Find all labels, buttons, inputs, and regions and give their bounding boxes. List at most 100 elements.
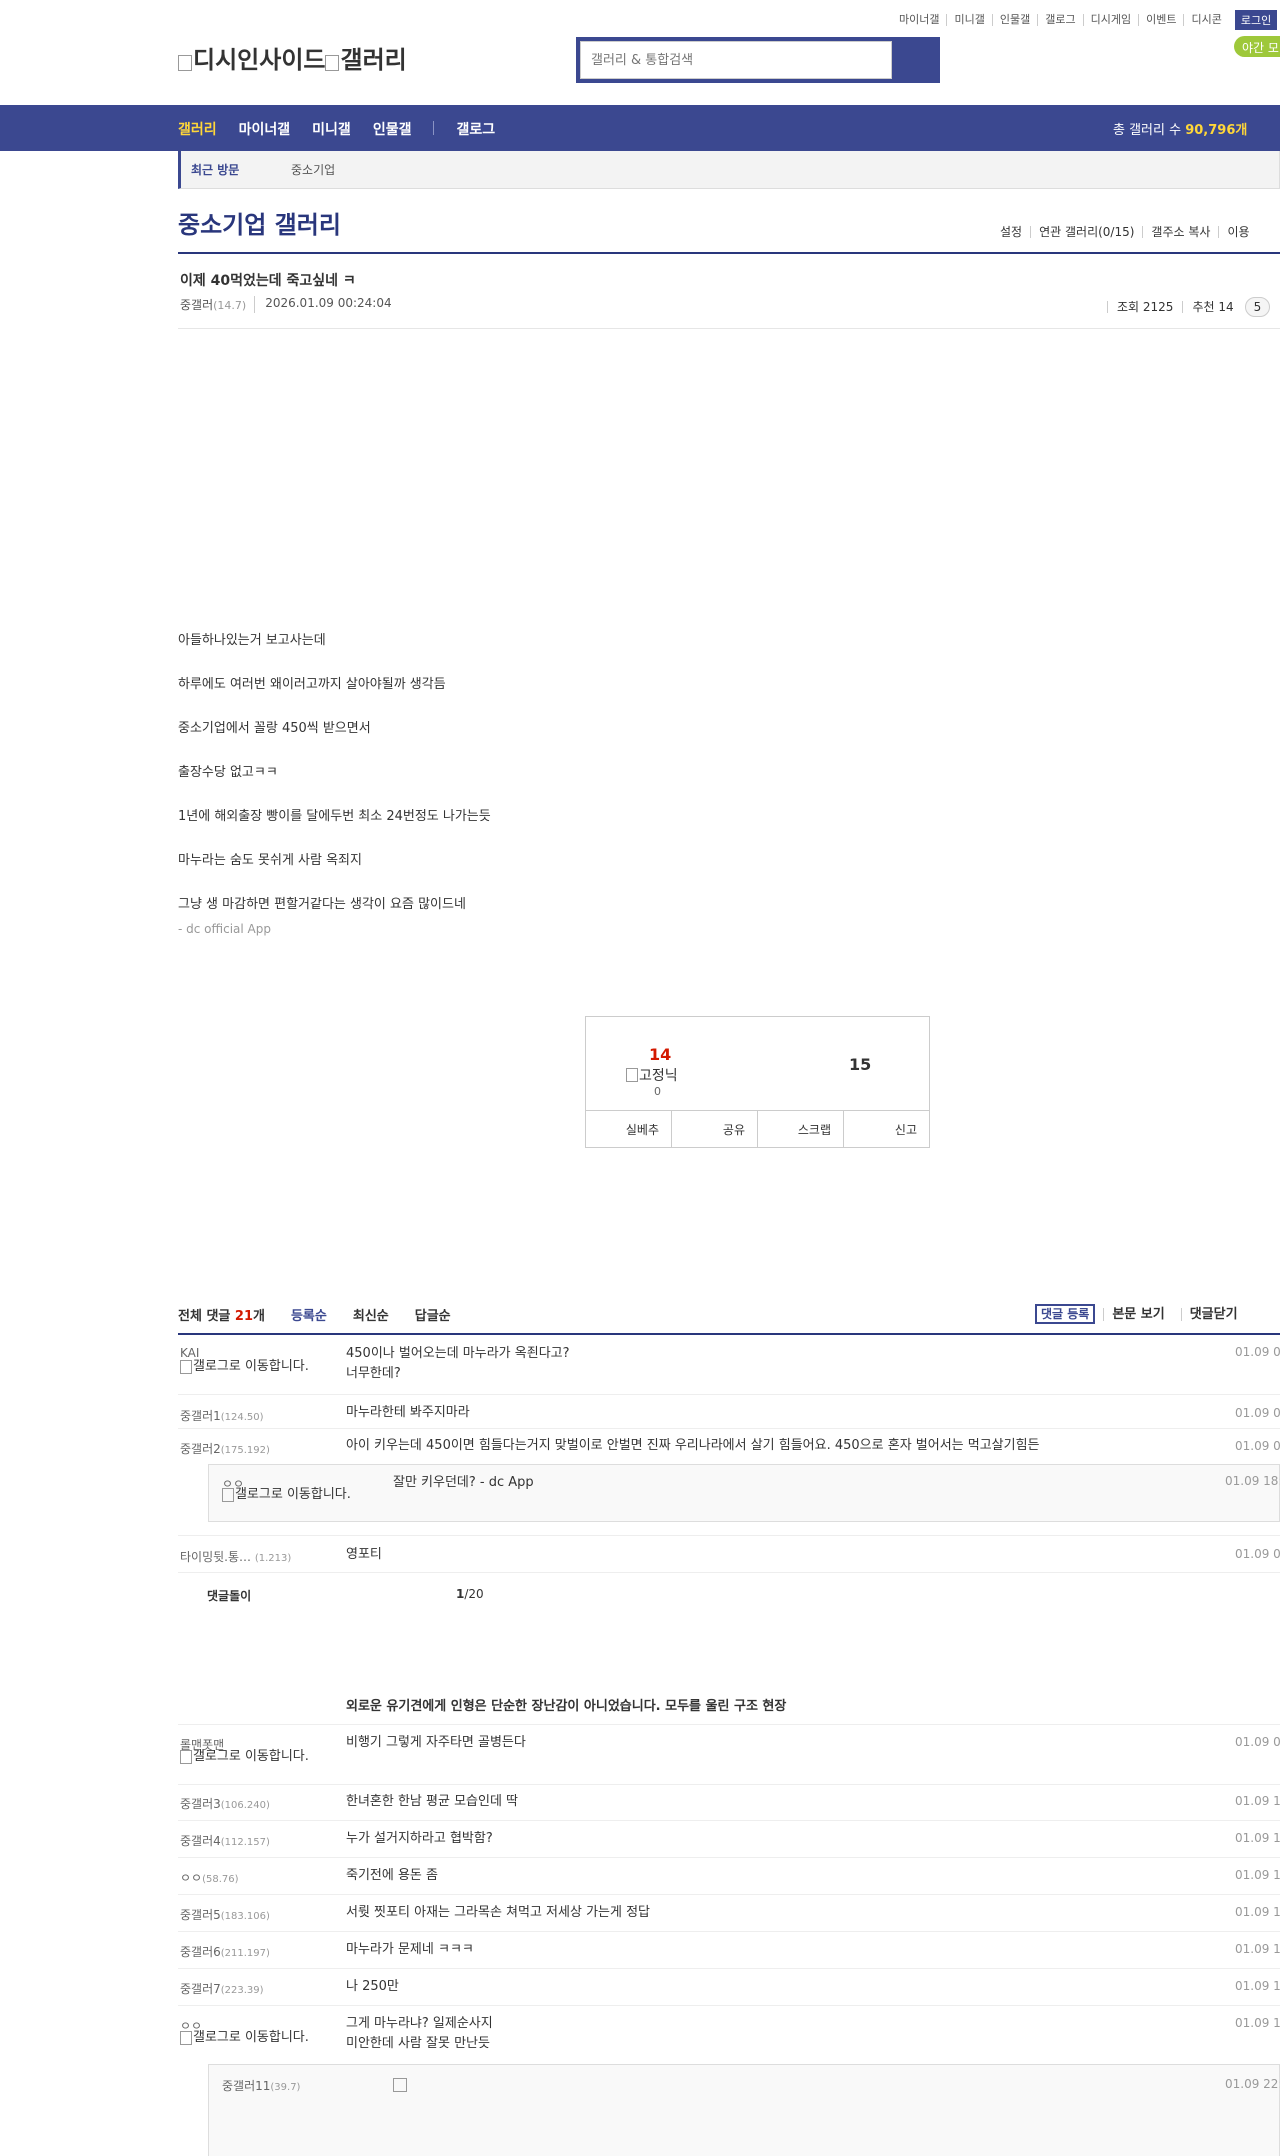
news-link[interactable]: 외로운 유기견에게 인형은 단순한 장난감이 아니었습니다. 모두를 울린 구조…	[346, 1695, 786, 1714]
gnb-person[interactable]: 인물갤	[373, 119, 412, 139]
comment-nick[interactable]: ㅇㅇ(58.76)	[180, 1869, 239, 1886]
comment-divider	[178, 1857, 1280, 1858]
write-comment-button[interactable]: 댓글 등록	[1035, 1304, 1096, 1324]
usage-link[interactable]: 이용	[1218, 226, 1257, 238]
comment-date: 01.09 00:	[1235, 1406, 1280, 1420]
comment-date: 01.09 15:	[1235, 1831, 1280, 1845]
post-header-divider	[178, 328, 1280, 329]
comment-nick[interactable]: 중갤러5(183.106)	[180, 1906, 270, 1923]
report-button[interactable]: 신고	[844, 1111, 929, 1148]
comment-date: 01.09 15:	[1235, 1868, 1280, 1882]
reply-nick[interactable]: 중갤러11(39.7)	[222, 2077, 300, 2094]
post-body-line: 마누라는 숨도 못쉬게 사람 옥죄지	[178, 853, 362, 868]
comment-divider	[178, 2005, 1280, 2006]
gnb-minor[interactable]: 마이너갤	[239, 119, 291, 139]
comment-date: 01.09 16:	[1235, 1905, 1280, 1919]
gnb-mini[interactable]: 미니갤	[312, 119, 351, 139]
search-button[interactable]	[892, 41, 936, 79]
share-button[interactable]: 공유	[672, 1111, 758, 1148]
comment-nick[interactable]: 중갤러4(112.157)	[180, 1832, 270, 1849]
comment-divider	[178, 1931, 1280, 1932]
sort-latest[interactable]: 최신순	[353, 1305, 389, 1324]
top-nav-person[interactable]: 인물갤	[993, 14, 1039, 26]
comment-text: 한녀혼한 한남 평균 모습인데 딱	[346, 1794, 519, 1809]
post-body-line: 중소기업에서 꼴랑 450씩 받으면서	[178, 721, 371, 736]
gallery-tools: 설정 연관 갤러리(0/15) 갤주소 복사 이용	[992, 226, 1258, 238]
sort-replies[interactable]: 답글순	[415, 1305, 451, 1324]
broken-image-icon	[180, 1360, 192, 1374]
recent-visits-bar: 최근 방문 중소기업	[178, 151, 1280, 189]
post-writer-info: 중갤러(14.7) 2026.01.09 00:24:04	[180, 296, 392, 313]
comments-actions: 댓글 등록 본문 보기 댓글닫기	[1035, 1304, 1246, 1324]
comment-nick[interactable]: 타이밍뒷.통… (1.213)	[180, 1548, 291, 1565]
night-mode-button[interactable]: 야간 모	[1234, 36, 1280, 57]
comment-nick[interactable]: 중갤러6(211.197)	[180, 1943, 270, 1960]
total-gallery-count: 총 갤러리 수 90,796개	[1113, 119, 1247, 138]
comment-text: 누가 설거지하라고 협박함?	[346, 1831, 493, 1846]
gallog-link[interactable]: 갤로그로 이동합니다.	[180, 2031, 319, 2045]
comment-text: 아이 키우는데 450이면 힘들다는거지 맞벌이로 안벌면 진짜 우리나라에서 …	[346, 1438, 1040, 1453]
comment-count-button[interactable]: 5	[1244, 297, 1271, 317]
gallog-link[interactable]: 갤로그로 이동합니다.	[180, 1750, 319, 1764]
gnb-menu: 갤러리 마이너갤 미니갤 인물갤 갤로그	[178, 119, 517, 139]
comment-text: 마누라가 문제네 ㅋㅋㅋ	[346, 1942, 474, 1957]
dccon-image	[393, 2078, 408, 2092]
title-divider	[178, 252, 1280, 254]
top-nav-game[interactable]: 디시게임	[1084, 14, 1140, 26]
comment-nick[interactable]: 중갤러7(223.39)	[180, 1980, 264, 1997]
top-nav-mini[interactable]: 미니갤	[947, 14, 993, 26]
recent-gallery-link[interactable]: 중소기업	[291, 161, 335, 178]
post-body-line: 그냥 생 마감하면 편할거같다는 생각이 요즘 많이드네	[178, 897, 466, 912]
top-nav-gallog[interactable]: 갤로그	[1038, 14, 1084, 26]
comment-nick[interactable]: 중갤러2(175.192)	[180, 1440, 270, 1457]
comment-divider	[178, 1820, 1280, 1821]
top-nav-dccon[interactable]: 디시콘	[1184, 14, 1228, 26]
gnb-gallery[interactable]: 갤러리	[178, 119, 217, 139]
fixed-nick-recommend[interactable]: 고정닉	[626, 1065, 678, 1085]
gnb-gallog[interactable]: 갤로그	[456, 119, 495, 139]
writer-nick[interactable]: 중갤러(14.7)	[180, 296, 246, 313]
comment-text: 죽기전에 용돈 좀	[346, 1868, 438, 1883]
comment-date: 01.09 01:	[1235, 1439, 1280, 1453]
reply-date: 01.09 22:3	[1225, 2077, 1280, 2091]
comment-text: 영포티	[346, 1547, 382, 1562]
comment-nick[interactable]: KAI	[180, 1346, 199, 1360]
login-button[interactable]: 로그인	[1234, 10, 1278, 30]
post-title: 이제 40먹었는데 죽고싶네 ㅋ	[180, 273, 356, 289]
top-nav-minor[interactable]: 마이너갤	[892, 14, 948, 26]
comment-nick[interactable]: 중갤러3(106.240)	[180, 1795, 270, 1812]
comment-date: 01.09 16:	[1235, 1979, 1280, 1993]
gallery-title[interactable]: 중소기업 갤러리	[178, 205, 341, 240]
fixed-nick-count: 0	[654, 1085, 661, 1098]
close-comments-button[interactable]: 댓글닫기	[1180, 1307, 1246, 1321]
related-gallery-link[interactable]: 연관 갤러리(0/15)	[1030, 226, 1142, 238]
broken-image-icon	[178, 55, 192, 71]
recent-label: 최근 방문	[191, 163, 240, 177]
recommend-actions: 실베추 공유 스크랩 신고	[586, 1110, 929, 1148]
comment-text: 서뤗 찟포티 아재는 그라목손 쳐먹고 저세상 가는게 정답	[346, 1905, 651, 1920]
broken-image-icon	[222, 1488, 234, 1502]
view-body-button[interactable]: 본문 보기	[1103, 1307, 1172, 1321]
best-recommend-button[interactable]: 실베추	[586, 1111, 672, 1148]
search-input[interactable]	[580, 41, 892, 79]
comment-divider	[178, 1394, 1280, 1395]
comment-text: 450이나 벌어오는데 마누라가 옥죈다고? 너무한데?	[346, 1346, 570, 1381]
post-body-line: 출장수당 없고ㅋㅋ	[178, 765, 278, 780]
sort-registered[interactable]: 등록순	[291, 1305, 327, 1324]
comment-date: 01.09 14:	[1235, 1794, 1280, 1808]
comments-divider	[178, 1333, 1280, 1335]
comment-nick[interactable]: 중갤러1(124.50)	[180, 1407, 264, 1424]
comment-divider	[178, 1428, 1280, 1429]
settings-link[interactable]: 설정	[992, 226, 1030, 238]
broken-image-icon	[325, 55, 340, 71]
comment-paging[interactable]: 1/20	[456, 1587, 484, 1601]
site-logo[interactable]: 디시인사이드 갤러리	[178, 40, 407, 75]
copy-address-link[interactable]: 갤주소 복사	[1142, 226, 1218, 238]
gallog-link[interactable]: 갤로그로 이동합니다.	[222, 1488, 361, 1502]
gnb-divider	[433, 121, 435, 135]
scrap-button[interactable]: 스크랩	[758, 1111, 844, 1148]
post-body-line: 하루에도 여러번 왜이러고까지 살아야될까 생각듬	[178, 677, 446, 692]
top-nav-event[interactable]: 이벤트	[1139, 14, 1185, 26]
search-box	[576, 37, 940, 83]
gallog-link[interactable]: 갤로그로 이동합니다.	[180, 1360, 319, 1374]
